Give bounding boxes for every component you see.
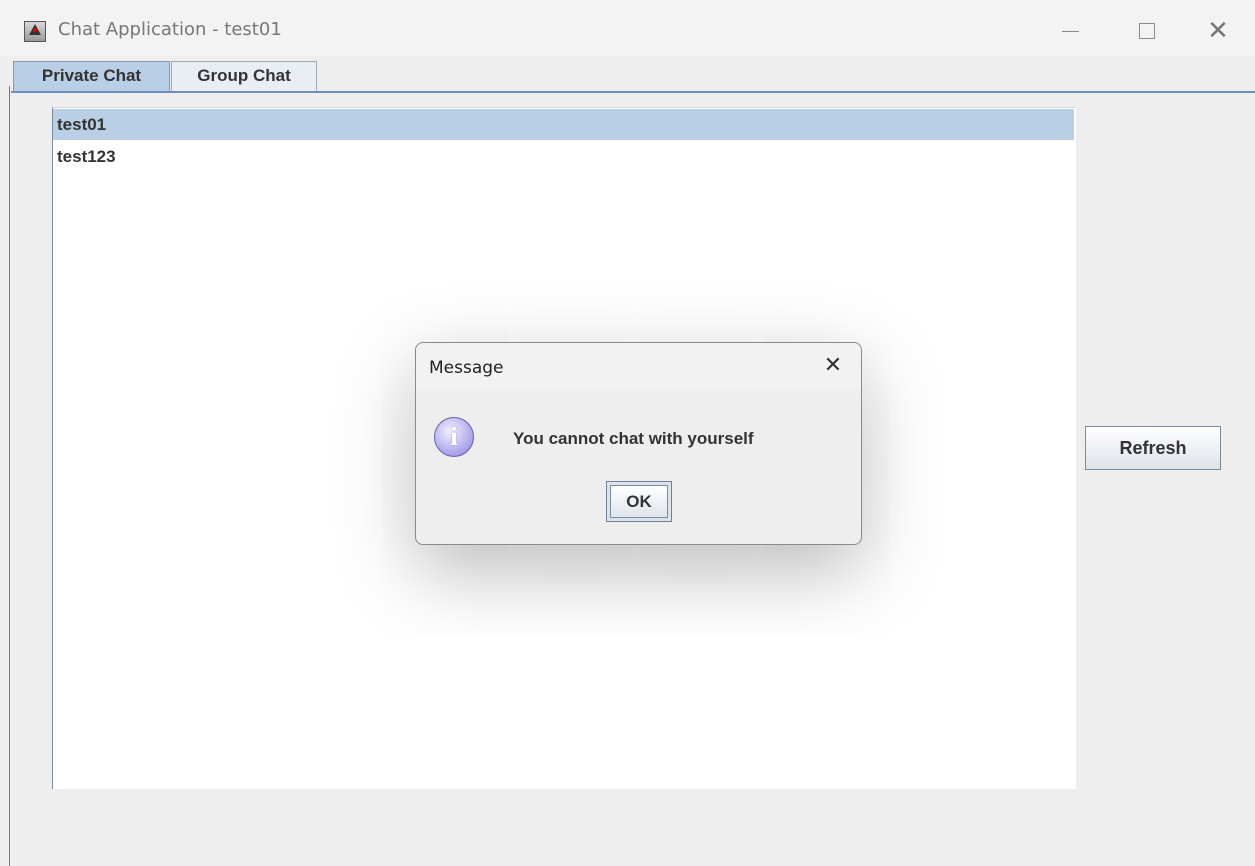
info-icon: i bbox=[434, 417, 474, 457]
window-left-edge bbox=[9, 86, 10, 866]
tab-underline bbox=[11, 91, 1255, 93]
maximize-icon[interactable] bbox=[1127, 14, 1167, 48]
java-app-icon bbox=[24, 21, 46, 42]
refresh-button[interactable]: Refresh bbox=[1085, 426, 1221, 470]
dialog-close-icon[interactable]: ✕ bbox=[818, 351, 848, 381]
tab-strip: Private Chat Group Chat bbox=[0, 56, 1255, 96]
message-dialog: Message ✕ i You cannot chat with yoursel… bbox=[415, 342, 862, 545]
tab-private-chat[interactable]: Private Chat bbox=[13, 61, 170, 91]
ok-button-label: OK bbox=[610, 485, 668, 518]
dialog-title: Message bbox=[429, 358, 504, 378]
list-item-test01[interactable]: test01 bbox=[53, 109, 1074, 140]
ok-button[interactable]: OK bbox=[606, 481, 672, 522]
close-icon[interactable]: ✕ bbox=[1198, 14, 1238, 48]
dialog-message: You cannot chat with yourself bbox=[513, 429, 754, 448]
minimize-icon[interactable] bbox=[1050, 14, 1090, 48]
list-item-test123[interactable]: test123 bbox=[53, 141, 1074, 172]
title-bar: Chat Application - test01 ✕ bbox=[0, 0, 1255, 56]
window-title: Chat Application - test01 bbox=[58, 19, 282, 40]
tab-group-chat[interactable]: Group Chat bbox=[171, 61, 317, 91]
